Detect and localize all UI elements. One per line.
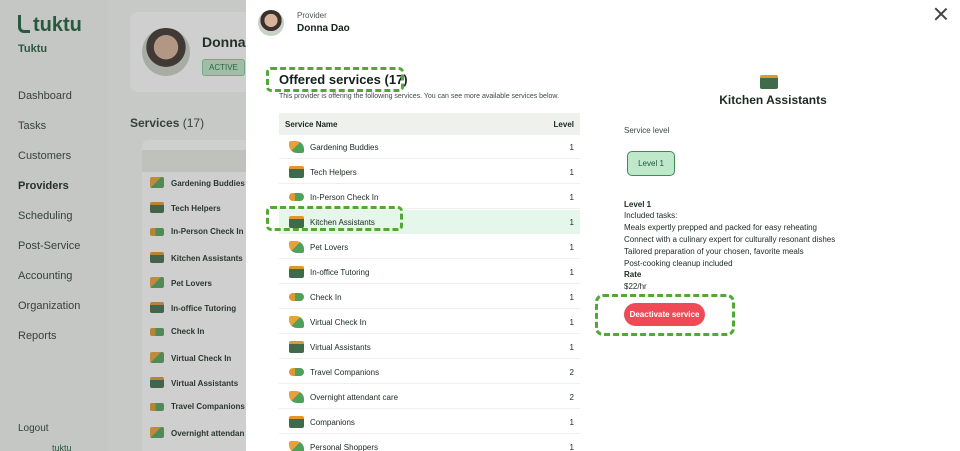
companions-icon (289, 416, 304, 428)
service-level: 1 (569, 293, 574, 302)
table-row[interactable]: Gardening Buddies 1 (279, 135, 580, 159)
rate-label: Rate (624, 270, 642, 279)
service-name: Pet Lovers (310, 243, 349, 252)
close-icon[interactable] (934, 7, 948, 21)
service-level: 2 (569, 393, 574, 402)
table-row[interactable]: Tech Helpers 1 (279, 160, 580, 184)
task-item: Meals expertly prepped and packed for ea… (624, 223, 818, 232)
provider-label: Provider (297, 11, 327, 20)
tutoring-icon (289, 266, 304, 278)
service-level-label: Service level (624, 126, 670, 135)
level-heading: Level 1 (624, 200, 652, 209)
laptop-icon (289, 166, 304, 178)
table-row[interactable]: Travel Companions 2 (279, 360, 580, 384)
included-tasks-label: Included tasks: (624, 211, 678, 220)
cooking-pot-icon (760, 75, 778, 89)
table-row[interactable]: In-office Tutoring 1 (279, 260, 580, 284)
bed-icon (289, 391, 304, 403)
handshake-icon (289, 193, 304, 201)
column-header-service-name[interactable]: Service Name (285, 120, 337, 129)
provider-services-drawer: Provider Donna Dao Offered services (17)… (246, 0, 960, 451)
car-icon (289, 368, 304, 376)
service-level: 1 (569, 318, 574, 327)
avatar (258, 10, 284, 36)
provider-name: Donna Dao (297, 23, 350, 34)
task-item: Post-cooking cleanup included (624, 259, 733, 268)
service-name: Gardening Buddies (310, 143, 379, 152)
column-header-level[interactable]: Level (554, 120, 574, 129)
table-row[interactable]: Companions 1 (279, 410, 580, 434)
service-level: 1 (569, 343, 574, 352)
person-laptop-icon (289, 341, 304, 353)
service-level: 1 (569, 218, 574, 227)
service-name: Virtual Assistants (310, 343, 371, 352)
task-item: Tailored preparation of your chosen, fav… (624, 247, 804, 256)
table-row[interactable]: Pet Lovers 1 (279, 235, 580, 259)
service-level: 2 (569, 368, 574, 377)
service-level: 1 (569, 268, 574, 277)
shopping-icon (289, 441, 304, 451)
level-chip[interactable]: Level 1 (627, 151, 675, 176)
services-table-header: Service Name Level (279, 113, 580, 135)
highlight-annotation (266, 67, 404, 92)
table-row[interactable]: Virtual Assistants 1 (279, 335, 580, 359)
deactivate-service-button[interactable]: Deactivate service (624, 303, 705, 326)
service-name: In-office Tutoring (310, 268, 370, 277)
service-level: 1 (569, 168, 574, 177)
task-item: Connect with a culinary expert for cultu… (624, 235, 836, 244)
table-row[interactable]: Check In 1 (279, 285, 580, 309)
offered-services-description: This provider is offering the following … (279, 93, 560, 100)
service-name: Companions (310, 418, 355, 427)
service-level: 1 (569, 143, 574, 152)
service-level: 1 (569, 443, 574, 451)
service-name: Personal Shoppers (310, 443, 379, 451)
handshake-icon (289, 293, 304, 301)
table-row[interactable]: Personal Shoppers 1 (279, 435, 580, 451)
service-name: Travel Companions (310, 368, 380, 377)
service-name: Check In (310, 293, 342, 302)
service-level: 1 (569, 418, 574, 427)
service-level: 1 (569, 193, 574, 202)
chat-bubble-icon (289, 316, 304, 328)
service-name: In-Person Check In (310, 193, 379, 202)
table-row[interactable]: Overnight attendant care 2 (279, 385, 580, 409)
gardening-icon (289, 141, 304, 153)
service-name: Tech Helpers (310, 168, 357, 177)
service-level: 1 (569, 243, 574, 252)
dog-icon (289, 241, 304, 253)
table-row[interactable]: Virtual Check In 1 (279, 310, 580, 334)
rate-value: $22/hr (624, 282, 647, 291)
overlay-backdrop[interactable] (0, 0, 246, 451)
highlight-annotation (266, 206, 403, 231)
service-name: Overnight attendant care (310, 393, 399, 402)
service-detail-title: Kitchen Assistants (719, 93, 827, 107)
service-name: Virtual Check In (310, 318, 367, 327)
